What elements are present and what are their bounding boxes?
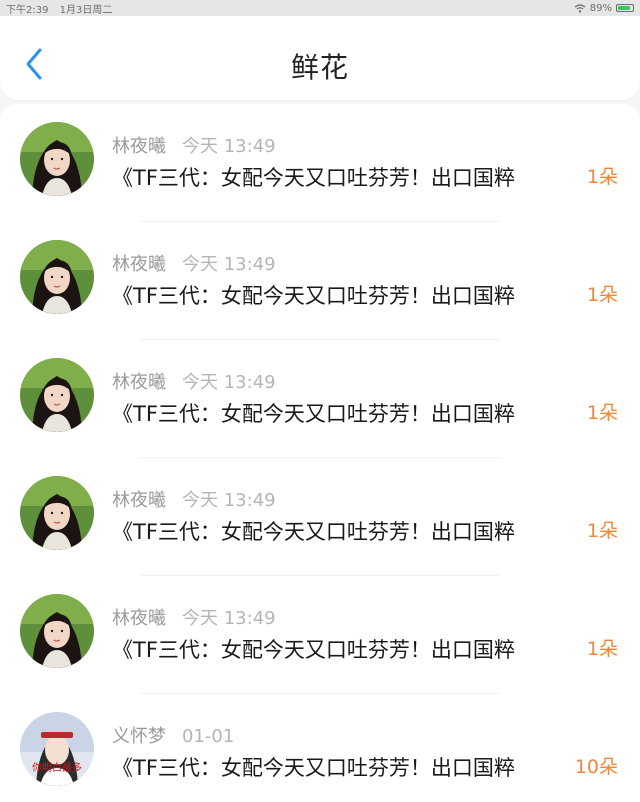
username: 林夜曦 (112, 254, 166, 275)
timestamp: 今天 13:49 (182, 136, 276, 157)
item-meta: 林夜曦 今天 13:49 (112, 250, 276, 276)
avatar[interactable] (20, 122, 94, 196)
timestamp: 今天 13:49 (182, 372, 276, 393)
item-meta: 林夜曦 今天 13:49 (112, 486, 276, 512)
flower-count: 10朵 (574, 756, 618, 778)
book-title: 《TF三代：女配今天又口吐芬芳！出口国粹 (112, 284, 515, 308)
username: 林夜曦 (112, 608, 166, 629)
flower-count: 1朵 (586, 284, 618, 306)
timestamp: 今天 13:49 (182, 490, 276, 511)
book-title: 《TF三代：女配今天又口吐芬芳！出口国粹 (112, 402, 515, 426)
timestamp: 今天 13:49 (182, 254, 276, 275)
avatar[interactable] (20, 358, 94, 432)
item-meta: 义怀梦 01-01 (112, 722, 234, 748)
page-title: 鲜花 (290, 51, 349, 84)
username: 林夜曦 (112, 372, 166, 393)
flower-count: 1朵 (586, 166, 618, 188)
book-title: 《TF三代：女配今天又口吐芬芳！出口国粹 (112, 520, 515, 544)
timestamp: 01-01 (182, 726, 235, 747)
list-item[interactable]: 林夜曦 今天 13:49 《TF三代：女配今天又口吐芬芳！出口国粹 1朵 (0, 576, 640, 694)
status-bar: 下午2:39 1月3日周二 89% (0, 0, 640, 16)
list-item[interactable]: 林夜曦 今天 13:49 《TF三代：女配今天又口吐芬芳！出口国粹 1朵 (0, 104, 640, 222)
battery-percent: 89% (589, 2, 612, 14)
list-item[interactable]: 林夜曦 今天 13:49 《TF三代：女配今天又口吐芬芳！出口国粹 1朵 (0, 222, 640, 340)
book-title: 《TF三代：女配今天又口吐芬芳！出口国粹 (112, 638, 515, 662)
status-date: 1月3日周二 (59, 4, 113, 16)
username: 义怀梦 (112, 726, 166, 747)
item-meta: 林夜曦 今天 13:49 (112, 604, 276, 630)
battery-icon (616, 4, 634, 12)
timestamp: 今天 13:49 (182, 608, 276, 629)
username: 林夜曦 (112, 136, 166, 157)
flower-count: 1朵 (586, 402, 618, 424)
avatar[interactable] (20, 240, 94, 314)
avatar-caption: 你明白最多 (32, 763, 82, 774)
flower-count: 1朵 (586, 638, 618, 660)
status-time: 下午2:39 (6, 4, 49, 16)
avatar[interactable]: 你明白最多 (20, 712, 94, 786)
item-meta: 林夜曦 今天 13:49 (112, 368, 276, 394)
book-title: 《TF三代：女配今天又口吐芬芳！出口国粹 (112, 756, 515, 780)
avatar[interactable] (20, 476, 94, 550)
username: 林夜曦 (112, 490, 166, 511)
nav-bar: 鲜花 (0, 16, 640, 100)
avatar[interactable] (20, 594, 94, 668)
list-item[interactable]: 你明白最多 义怀梦 01-01 《TF三代：女配今天又口吐芬芳！出口国粹 10朵 (0, 694, 640, 802)
book-title: 《TF三代：女配今天又口吐芬芳！出口国粹 (112, 166, 515, 190)
wifi-icon (574, 3, 586, 13)
flower-count: 1朵 (586, 520, 618, 542)
list-item[interactable]: 林夜曦 今天 13:49 《TF三代：女配今天又口吐芬芳！出口国粹 1朵 (0, 340, 640, 458)
item-meta: 林夜曦 今天 13:49 (112, 132, 276, 158)
flower-list: 林夜曦 今天 13:49 《TF三代：女配今天又口吐芬芳！出口国粹 1朵 林夜曦今… (0, 104, 640, 802)
list-item[interactable]: 林夜曦 今天 13:49 《TF三代：女配今天又口吐芬芳！出口国粹 1朵 (0, 458, 640, 576)
